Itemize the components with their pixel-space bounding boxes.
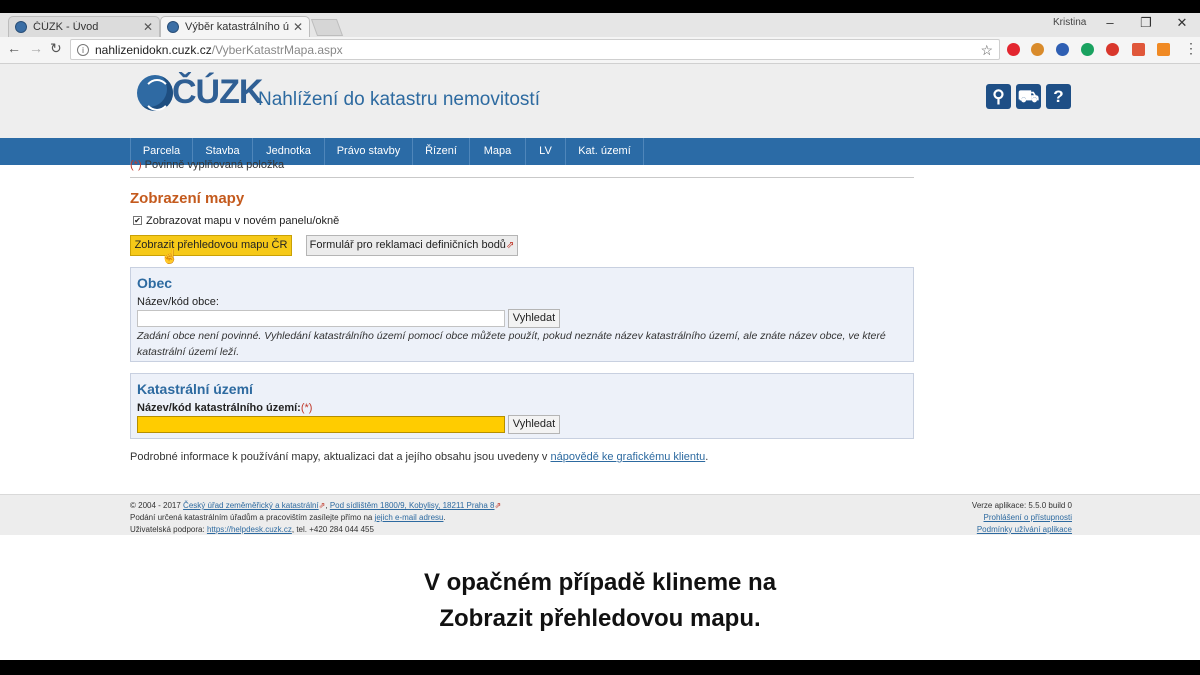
katastralni-uzemi-panel: Katastrální území Název/kód katastrálníh… <box>130 373 914 439</box>
obec-label: Název/kód obce: <box>137 296 219 308</box>
cuzk-favicon-icon <box>167 21 179 33</box>
external-link-icon: ⇗ <box>494 501 502 510</box>
accessibility-row: Prohlášení o přístupnosti <box>984 513 1073 522</box>
complaint-form-label: Formulář pro reklamaci definičních bodů <box>309 239 506 251</box>
restore-icon[interactable]: ❐ <box>1136 15 1156 31</box>
close-window-icon[interactable]: ✕ <box>1172 15 1192 31</box>
minimize-icon[interactable]: – <box>1100 15 1120 30</box>
play-extension-icon[interactable] <box>1056 43 1069 56</box>
menu-icon[interactable]: ⋮ <box>1184 40 1198 57</box>
grammarly-extension-icon[interactable] <box>1081 43 1094 56</box>
ku-required-mark: (*) <box>300 402 313 414</box>
required-mark: (*) <box>130 159 142 171</box>
help-icon[interactable]: ? <box>1046 84 1071 109</box>
terms-row: Podmínky užívání aplikace <box>977 525 1072 534</box>
key-search-icon[interactable]: ⚲ <box>986 84 1011 109</box>
nav-lv[interactable]: LV <box>526 138 566 165</box>
ku-search-button[interactable]: Vyhledat <box>508 415 560 434</box>
back-arrow-icon[interactable]: ← <box>7 40 21 56</box>
s-extension-icon[interactable] <box>1132 43 1145 56</box>
footer: © 2004 - 2017 Český úřad zeměměřický a k… <box>0 494 1200 535</box>
required-note: (*) Povinně vyplňovaná položka <box>130 159 284 171</box>
hand-cursor-icon: ☝ <box>161 248 179 264</box>
browser-frame: ČÚZK - Úvod ✕ Výběr katastrálního územ ✕… <box>0 13 1200 660</box>
info-icon[interactable]: i <box>77 43 89 56</box>
extension-icon[interactable] <box>1031 43 1044 56</box>
tab-title: Výběr katastrálního územ <box>185 21 289 33</box>
footer-line-1: © 2004 - 2017 Český úřad zeměměřický a k… <box>130 501 501 510</box>
cuzk-logo[interactable]: ČÚZK <box>172 73 263 112</box>
cart-icon[interactable]: ⛟ <box>1016 84 1041 109</box>
show-overview-map-button[interactable]: Zobrazit přehledovou mapu ČR <box>130 235 292 256</box>
external-link-icon: ⇗ <box>505 240 515 251</box>
subtitle-line-1: V opačném případě klineme na <box>423 569 777 596</box>
support-phone: , tel. +420 284 044 455 <box>291 525 374 534</box>
helpdesk-link[interactable]: https://helpdesk.cuzk.cz <box>207 525 292 534</box>
divider <box>130 177 914 178</box>
mail-extension-icon[interactable] <box>1157 43 1170 56</box>
app-version: Verze aplikace: 5.5.0 build 0 <box>971 501 1072 510</box>
help-graphic-client-link[interactable]: nápovědě ke grafickému klientu <box>551 451 706 463</box>
nav-rizeni[interactable]: Řízení <box>413 138 470 165</box>
tab-title: ČÚZK - Úvod <box>33 21 99 33</box>
copyright: © 2004 - 2017 <box>130 501 184 510</box>
cuzk-globe-logo-icon[interactable] <box>137 75 173 111</box>
email-address-link[interactable]: jejich e-mail adresu <box>375 513 444 522</box>
tab-vyber-katastru[interactable]: Výběr katastrálního územ ✕ <box>160 16 310 37</box>
obec-title: Obec <box>137 275 173 291</box>
url-path: /VyberKatastrMapa.aspx <box>211 42 343 57</box>
reload-icon[interactable]: ↻ <box>50 40 62 57</box>
complaint-form-button[interactable]: Formulář pro reklamaci definičních bodů⇗ <box>306 235 518 256</box>
footer-line-3: Uživatelská podpora: https://helpdesk.cu… <box>130 525 374 534</box>
terms-link[interactable]: Podmínky užívání aplikace <box>977 525 1072 534</box>
org-link[interactable]: Český úřad zeměměřický a katastrální <box>183 501 319 510</box>
accessibility-link[interactable]: Prohlášení o přístupnosti <box>984 513 1073 522</box>
address-link[interactable]: Pod sídlištěm 1800/9, Kobylisy, 18211 Pr… <box>330 501 495 510</box>
required-note-text: Povinně vyplňovaná položka <box>144 159 285 171</box>
url-host: nahlizenidokn.cuzk.cz <box>95 42 212 57</box>
line2-text: Podání určená katastrálním úřadům a prac… <box>130 513 375 522</box>
ku-label-text: Název/kód katastrálního území: <box>137 402 301 414</box>
section-title: Zobrazení mapy <box>130 190 245 207</box>
window-user-label: Kristina <box>1053 17 1087 28</box>
close-tab-icon[interactable]: ✕ <box>143 20 153 34</box>
nav-kat-uzemi[interactable]: Kat. území <box>566 138 644 165</box>
ku-label: Název/kód katastrálního území:(*) <box>137 402 312 414</box>
new-panel-checkbox[interactable]: ✔ <box>133 216 142 225</box>
address-bar[interactable]: i nahlizenidokn.cuzk.cz/VyberKatastrMapa… <box>70 39 1000 60</box>
forward-arrow-icon[interactable]: → <box>29 40 43 56</box>
line2-end: . <box>443 513 446 522</box>
ku-title: Katastrální území <box>137 381 253 397</box>
info-text: Podrobné informace k používání mapy, akt… <box>130 451 551 463</box>
browser-toolbar: ← → ↻ i nahlizenidokn.cuzk.cz/VyberKatas… <box>0 37 1200 64</box>
obec-input[interactable] <box>137 310 505 327</box>
nav-mapa[interactable]: Mapa <box>470 138 526 165</box>
obec-note: Zadání obce není povinné. Vyhledání kata… <box>137 330 886 358</box>
bookmark-star-icon[interactable]: ☆ <box>980 42 993 59</box>
ku-input[interactable] <box>137 416 505 433</box>
new-tab-button[interactable] <box>310 19 344 36</box>
obec-panel: Obec Název/kód obce: Vyhledat Zadání obc… <box>130 267 914 362</box>
opera-extension-icon[interactable] <box>1007 43 1020 56</box>
new-panel-checkbox-label: Zobrazovat mapu v novém panelu/okně <box>146 215 340 227</box>
footer-line-2: Podání určená katastrálním úřadům a prac… <box>130 513 446 522</box>
support-text: Uživatelská podpora: <box>130 525 207 534</box>
site-title: Nahlížení do katastru nemovitostí <box>258 89 540 110</box>
tab-cuzk-uvod[interactable]: ČÚZK - Úvod ✕ <box>8 16 160 37</box>
close-tab-icon[interactable]: ✕ <box>293 20 303 34</box>
nav-pravo-stavby[interactable]: Právo stavby <box>325 138 413 165</box>
obec-search-button[interactable]: Vyhledat <box>508 309 560 328</box>
info-end: . <box>705 451 709 463</box>
help-info-line: Podrobné informace k používání mapy, akt… <box>130 451 708 463</box>
cuzk-favicon-icon <box>15 21 27 33</box>
tab-strip: ČÚZK - Úvod ✕ Výběr katastrálního územ ✕… <box>0 13 1200 37</box>
video-extension-icon[interactable] <box>1106 43 1119 56</box>
subtitle-line-2: Zobrazit přehledovou mapu. <box>439 605 761 632</box>
